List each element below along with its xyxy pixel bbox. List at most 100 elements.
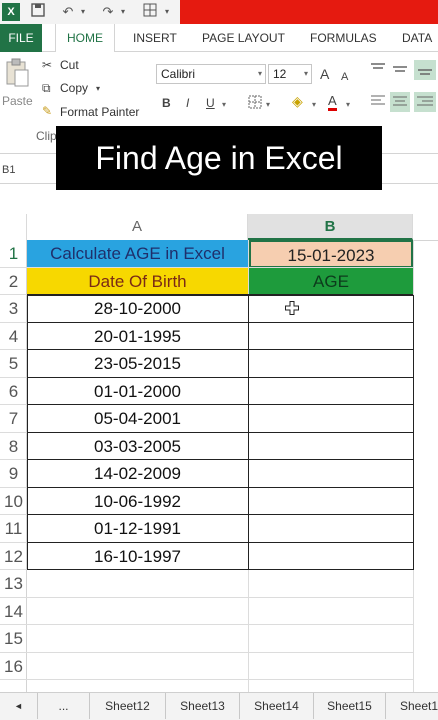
row-header[interactable]: 11 [0, 515, 27, 543]
customize-qat-icon[interactable]: ▾ [162, 3, 172, 21]
borders-button-icon[interactable] [248, 95, 262, 113]
cell-b14[interactable] [249, 598, 413, 625]
align-top-icon[interactable] [370, 62, 386, 80]
cell-b4[interactable] [249, 323, 413, 350]
grow-font-button[interactable]: A [320, 65, 329, 83]
tab-file[interactable]: FILE [0, 24, 42, 52]
cut-button[interactable]: Cut [60, 58, 79, 72]
tab-formulas[interactable]: FORMULAS [310, 24, 377, 52]
paste-icon[interactable] [4, 58, 30, 88]
sheet-scroll-left-icon[interactable]: ◄ [0, 693, 38, 719]
sheet-tab-next[interactable]: Sheet1 [386, 693, 438, 719]
cell-a4[interactable]: 20-01-1995 [27, 323, 248, 350]
cell-b2[interactable]: AGE [249, 268, 413, 295]
format-painter-button[interactable]: Format Painter [60, 105, 139, 119]
row-header[interactable]: 12 [0, 543, 27, 570]
save-icon[interactable] [30, 3, 46, 21]
align-center-icon[interactable] [390, 92, 410, 112]
copy-dropdown-icon[interactable]: ▾ [96, 80, 100, 98]
underline-dropdown-icon[interactable]: ▾ [222, 96, 226, 114]
cell-b7[interactable] [249, 405, 413, 433]
cell-a8[interactable]: 03-03-2005 [27, 433, 248, 460]
row-header[interactable]: 10 [0, 488, 27, 515]
sheet-tab-12[interactable]: Sheet12 [90, 693, 166, 719]
column-header-b[interactable]: B [248, 214, 413, 240]
name-box[interactable]: B1 [0, 158, 56, 182]
cell-a10[interactable]: 10-06-1992 [27, 488, 248, 515]
row-header[interactable]: 1 [0, 240, 27, 268]
align-middle-icon[interactable] [392, 62, 408, 80]
fill-color-icon[interactable]: ◈ [292, 92, 303, 110]
sheet-tab-14[interactable]: Sheet14 [240, 693, 314, 719]
sheet-tab-15[interactable]: Sheet15 [314, 693, 386, 719]
font-name-select[interactable]: Calibri ▾ [156, 64, 266, 84]
cell-b12[interactable] [249, 543, 413, 570]
font-color-dropdown-icon[interactable]: ▾ [346, 96, 350, 114]
cell-a6[interactable]: 01-01-2000 [27, 378, 248, 405]
cell-a15[interactable] [27, 625, 248, 653]
row-header[interactable]: 3 [0, 295, 27, 323]
cell-b1[interactable]: 15-01-2023 [249, 240, 413, 268]
column-header-next[interactable] [413, 214, 438, 240]
cell-a7[interactable]: 05-04-2001 [27, 405, 248, 433]
cell-b15[interactable] [249, 625, 413, 653]
row-header[interactable]: 6 [0, 378, 27, 405]
row-header[interactable]: 13 [0, 570, 27, 598]
cell-a14[interactable] [27, 598, 248, 625]
cell-a12[interactable]: 16-10-1997 [27, 543, 248, 570]
cell-b6[interactable] [249, 378, 413, 405]
tab-home[interactable]: HOME [55, 24, 115, 52]
cell-a3[interactable]: 28-10-2000 [27, 295, 248, 323]
tab-insert[interactable]: INSERT [133, 24, 177, 52]
cell-a1[interactable]: Calculate AGE in Excel [27, 240, 248, 268]
shrink-font-button[interactable]: A [341, 68, 348, 86]
undo-icon[interactable]: ↶ [60, 3, 76, 21]
cell-b9[interactable] [249, 460, 413, 488]
row-header[interactable]: 7 [0, 405, 27, 433]
row-header[interactable]: 15 [0, 625, 27, 653]
cell-b8[interactable] [249, 433, 413, 460]
row-header-gridline [0, 679, 27, 680]
sheet-tab-13[interactable]: Sheet13 [166, 693, 240, 719]
font-color-button[interactable]: A [328, 94, 337, 111]
row-header[interactable]: 5 [0, 350, 27, 378]
cell-a9[interactable]: 14-02-2009 [27, 460, 248, 488]
cell-a11[interactable]: 01-12-1991 [27, 515, 248, 543]
cell-a13[interactable] [27, 570, 248, 598]
cell-b10[interactable] [249, 488, 413, 515]
row-header[interactable]: 8 [0, 433, 27, 460]
sheet-more-button[interactable]: ... [38, 693, 90, 719]
row-header[interactable]: 9 [0, 460, 27, 488]
cell-b16[interactable] [249, 653, 413, 680]
font-size-select[interactable]: 12 ▾ [268, 64, 312, 84]
cell-a16[interactable] [27, 653, 248, 680]
redo-icon[interactable]: ↷ [100, 3, 116, 21]
undo-dropdown-icon[interactable]: ▾ [78, 3, 88, 21]
align-right-icon[interactable] [414, 92, 436, 112]
cell-b3[interactable] [249, 295, 413, 323]
tab-page-layout[interactable]: PAGE LAYOUT [202, 24, 285, 52]
cell-a5[interactable]: 23-05-2015 [27, 350, 248, 378]
cell-b11[interactable] [249, 515, 413, 543]
align-left-icon[interactable] [370, 94, 386, 112]
column-header-a[interactable]: A [27, 214, 248, 240]
cell-b13[interactable] [249, 570, 413, 598]
select-all-corner[interactable] [0, 214, 27, 240]
align-bottom-icon[interactable] [414, 60, 436, 80]
borders-dropdown-icon[interactable]: ▾ [266, 96, 270, 114]
underline-button[interactable]: U [206, 94, 215, 112]
italic-button[interactable]: I [186, 94, 189, 112]
copy-button[interactable]: Copy [60, 81, 88, 95]
border-icon[interactable] [142, 3, 158, 21]
row-header[interactable]: 4 [0, 323, 27, 350]
bold-button[interactable]: B [162, 94, 171, 112]
row-header[interactable]: 16 [0, 653, 27, 680]
row-header[interactable]: 14 [0, 598, 27, 625]
cell-a2[interactable]: Date Of Birth [27, 268, 248, 295]
redo-dropdown-icon[interactable]: ▾ [118, 3, 128, 21]
paste-button[interactable]: Paste [2, 94, 33, 108]
row-header[interactable]: 2 [0, 268, 27, 295]
fill-color-dropdown-icon[interactable]: ▾ [312, 96, 316, 114]
tab-data[interactable]: DATA [402, 24, 432, 52]
cell-b5[interactable] [249, 350, 413, 378]
